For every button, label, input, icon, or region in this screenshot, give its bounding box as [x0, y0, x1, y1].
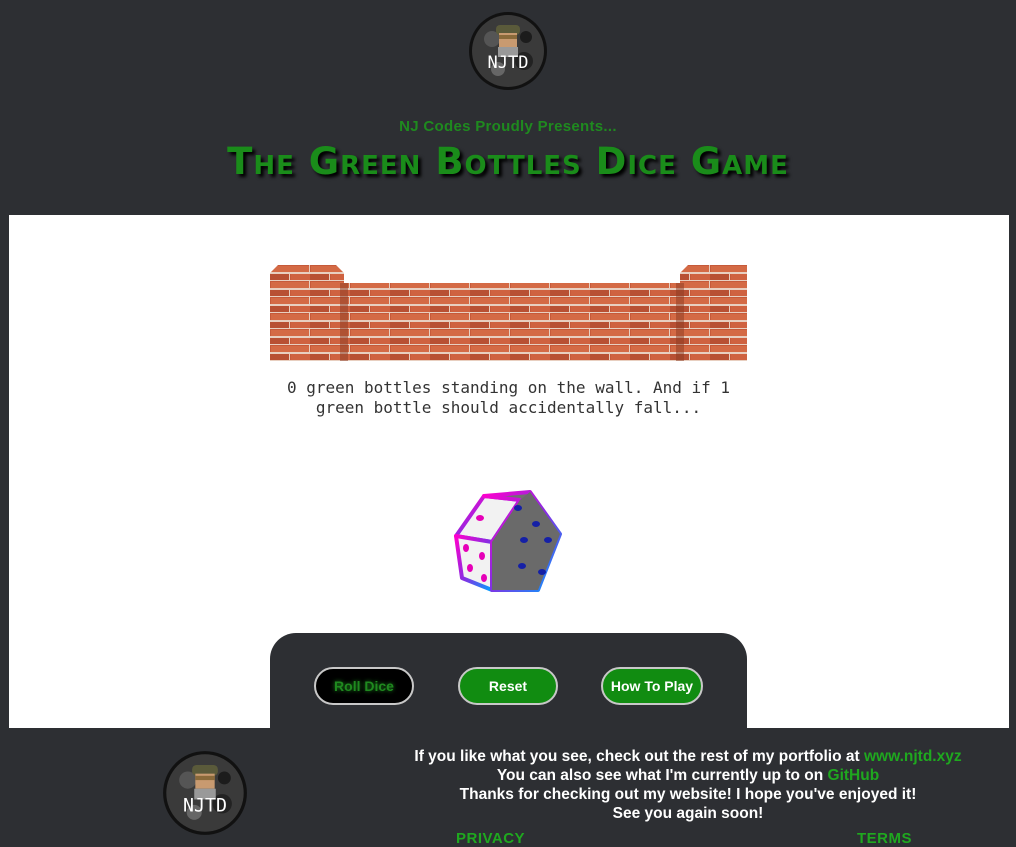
footer-logo[interactable]: NJTD — [162, 750, 248, 836]
privacy-link[interactable]: PRIVACY — [456, 830, 525, 847]
reset-button[interactable]: Reset — [458, 667, 558, 705]
portfolio-link[interactable]: www.njtd.xyz — [864, 748, 962, 765]
controls-bar: Roll Dice Reset How To Play — [270, 633, 747, 728]
roll-dice-button[interactable]: Roll Dice — [314, 667, 414, 705]
njtd-logo[interactable]: NJTD — [468, 11, 548, 91]
footer-line4: See you again soon! — [612, 805, 764, 822]
footer-line3: Thanks for checking out my website! I ho… — [459, 786, 917, 803]
how-to-play-button[interactable]: How To Play — [601, 667, 703, 705]
footer-line2: You can also see what I'm currently up t… — [496, 767, 828, 784]
logo-text: NJTD — [488, 53, 529, 73]
dice-icon[interactable] — [452, 490, 564, 594]
footer-line1: If you like what you see, check out the … — [414, 748, 864, 765]
presents-text: NJ Codes Proudly Presents... — [399, 118, 617, 135]
footer-message: If you like what you see, check out the … — [360, 747, 1016, 823]
verse-text: 0 green bottles standing on the wall. An… — [286, 378, 731, 417]
github-link[interactable]: GitHub — [828, 767, 880, 784]
footer-logo-text: NJTD — [183, 795, 227, 816]
brick-wall-image — [270, 265, 747, 361]
page-title: The Green Bottles Dice Game — [227, 140, 789, 183]
terms-link[interactable]: TERMS — [857, 830, 912, 847]
